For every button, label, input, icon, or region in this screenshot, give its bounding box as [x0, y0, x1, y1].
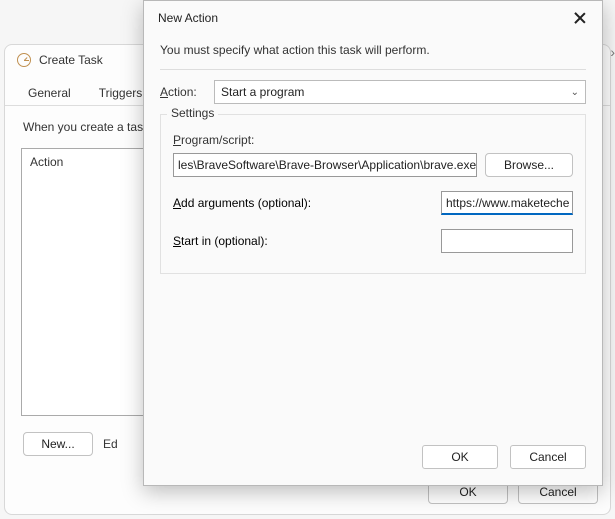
create-task-title: Create Task [39, 53, 103, 67]
close-icon [574, 12, 586, 24]
new-action-button[interactable]: New... [23, 432, 93, 456]
action-combobox-value: Start a program [221, 85, 304, 99]
scroll-chevron-icon: › [610, 44, 615, 60]
close-button[interactable] [564, 7, 596, 29]
action-combobox[interactable]: Start a program ⌄ [214, 80, 586, 104]
ok-button[interactable]: OK [422, 445, 498, 469]
start-in-label: Start in (optional): [173, 234, 268, 248]
program-script-value: les\BraveSoftware\Brave-Browser\Applicat… [178, 158, 477, 172]
cancel-button[interactable]: Cancel [510, 445, 586, 469]
program-script-label: Program/script: [173, 133, 573, 147]
clock-icon [17, 53, 31, 67]
program-script-input[interactable]: les\BraveSoftware\Brave-Browser\Applicat… [173, 153, 477, 177]
tab-general[interactable]: General [15, 79, 84, 105]
settings-legend: Settings [167, 106, 218, 120]
start-in-input[interactable] [441, 229, 573, 253]
chevron-down-icon: ⌄ [571, 87, 579, 98]
divider [160, 69, 586, 70]
settings-groupbox: Settings Program/script: les\BraveSoftwa… [160, 114, 586, 274]
new-action-dialog: New Action You must specify what action … [143, 0, 603, 486]
add-arguments-value: https://www.maketeche [446, 196, 569, 210]
dialog-title: New Action [158, 11, 218, 25]
add-arguments-input[interactable]: https://www.maketeche [441, 191, 573, 215]
dialog-instruction: You must specify what action this task w… [160, 43, 586, 57]
add-arguments-label: Add arguments (optional): [173, 196, 311, 210]
browse-button[interactable]: Browse... [485, 153, 573, 177]
action-label: Action: [160, 85, 206, 99]
edit-action-button[interactable]: Ed [103, 437, 118, 451]
